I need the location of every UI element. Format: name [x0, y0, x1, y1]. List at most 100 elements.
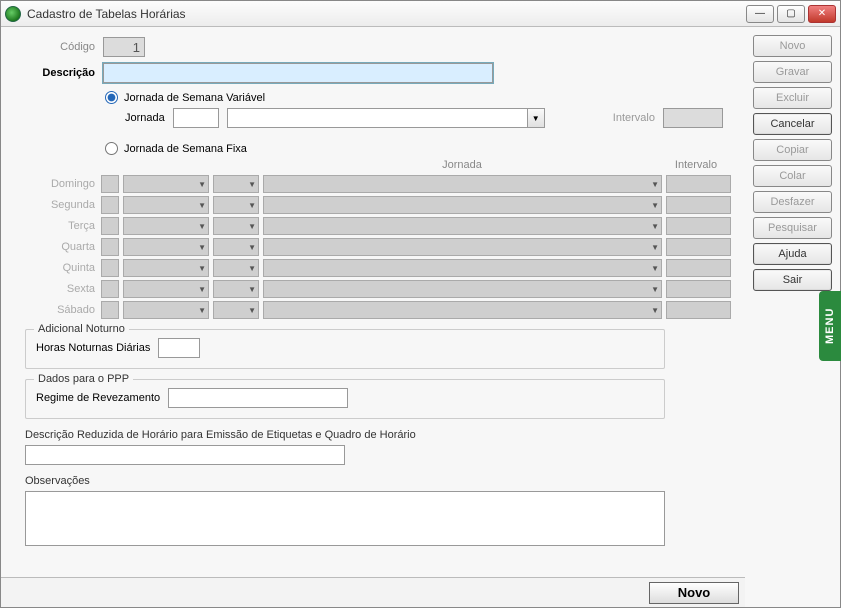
day-code-select: ▼ — [213, 196, 259, 214]
day-enable-cell — [101, 196, 119, 214]
day-intervalo-cell — [666, 301, 731, 319]
excluir-button[interactable]: Excluir — [753, 87, 832, 109]
cancelar-button[interactable]: Cancelar — [753, 113, 832, 135]
grid-row-sexta: Sexta▼▼▼ — [25, 280, 731, 298]
chevron-down-icon: ▼ — [198, 243, 206, 252]
copiar-button[interactable]: Copiar — [753, 139, 832, 161]
day-intervalo-cell — [666, 196, 731, 214]
day-enable-cell — [101, 301, 119, 319]
chevron-down-icon[interactable]: ▼ — [527, 108, 545, 128]
day-type-select: ▼ — [123, 259, 209, 277]
day-type-select: ▼ — [123, 175, 209, 193]
day-code-select: ▼ — [213, 175, 259, 193]
horas-noturnas-label: Horas Noturnas Diárias — [36, 342, 150, 354]
day-jornada-select: ▼ — [263, 238, 662, 256]
day-enable-cell — [101, 259, 119, 277]
grid-header-intervalo: Intervalo — [661, 159, 731, 171]
pesquisar-button[interactable]: Pesquisar — [753, 217, 832, 239]
ajuda-button[interactable]: Ajuda — [753, 243, 832, 265]
dados-ppp-legend: Dados para o PPP — [34, 373, 133, 385]
adicional-noturno-legend: Adicional Noturno — [34, 323, 129, 335]
grid-row-domingo: Domingo ▼ ▼ ▼ — [25, 175, 731, 193]
chevron-down-icon: ▼ — [198, 264, 206, 273]
status-novo-button[interactable]: Novo — [649, 582, 739, 604]
day-code-select: ▼ — [213, 301, 259, 319]
chevron-down-icon: ▼ — [198, 201, 206, 210]
radio-jornada-variavel[interactable] — [105, 91, 118, 104]
chevron-down-icon: ▼ — [651, 243, 659, 252]
codigo-input — [103, 37, 145, 57]
intervalo-label: Intervalo — [613, 112, 655, 124]
desfazer-button[interactable]: Desfazer — [753, 191, 832, 213]
chevron-down-icon: ▼ — [651, 201, 659, 210]
radio-jornada-fixa-label: Jornada de Semana Fixa — [124, 143, 247, 155]
day-type-select: ▼ — [123, 196, 209, 214]
jornada-code-input[interactable] — [173, 108, 219, 128]
observacoes-textarea[interactable] — [25, 491, 665, 546]
chevron-down-icon: ▼ — [248, 243, 256, 252]
app-icon — [5, 6, 21, 22]
day-code-select: ▼ — [213, 280, 259, 298]
grid-row-quinta: Quinta ▼ ▼ ▼ — [25, 259, 731, 277]
day-label: Segunda — [25, 199, 97, 211]
day-type-select: ▼ — [123, 238, 209, 256]
day-enable-cell — [101, 238, 119, 256]
grid-row-segunda: Segunda ▼ ▼ ▼ — [25, 196, 731, 214]
radio-jornada-variavel-label: Jornada de Semana Variável — [124, 92, 265, 104]
chevron-down-icon: ▼ — [248, 264, 256, 273]
regime-revezamento-input[interactable] — [168, 388, 348, 408]
descricao-input[interactable] — [103, 63, 493, 83]
grid-row-terça: Terça ▼ ▼ ▼ — [25, 217, 731, 235]
day-label: Terça — [25, 220, 97, 232]
day-type-select: ▼ — [123, 217, 209, 235]
chevron-down-icon: ▼ — [248, 285, 256, 294]
day-label: Sexta — [25, 283, 97, 295]
horas-noturnas-input[interactable] — [158, 338, 200, 358]
menu-tab[interactable]: MENU — [819, 291, 841, 361]
gravar-button[interactable]: Gravar — [753, 61, 832, 83]
day-label: Sábado — [25, 304, 97, 316]
chevron-down-icon: ▼ — [248, 222, 256, 231]
descricao-reduzida-label: Descrição Reduzida de Horário para Emiss… — [25, 429, 731, 441]
chevron-down-icon: ▼ — [198, 222, 206, 231]
jornada-select[interactable]: ▼ — [227, 108, 545, 128]
grid-row-quarta: Quarta ▼ ▼ ▼ — [25, 238, 731, 256]
jornada-select-input[interactable] — [227, 108, 527, 128]
day-label: Domingo — [25, 178, 97, 190]
day-type-select: ▼ — [123, 280, 209, 298]
jornada-sub-label: Jornada — [125, 112, 165, 124]
window-title: Cadastro de Tabelas Horárias — [27, 7, 746, 21]
day-intervalo-cell — [666, 259, 731, 277]
day-jornada-select: ▼ — [263, 196, 662, 214]
day-jornada-select: ▼ — [263, 175, 662, 193]
sair-button[interactable]: Sair — [753, 269, 832, 291]
day-label: Quarta — [25, 241, 97, 253]
maximize-button[interactable]: ▢ — [777, 5, 805, 23]
day-enable-cell — [101, 217, 119, 235]
day-intervalo-cell — [666, 280, 731, 298]
day-label: Quinta — [25, 262, 97, 274]
chevron-down-icon: ▼ — [198, 180, 206, 189]
chevron-down-icon: ▼ — [198, 285, 206, 294]
grid-header-jornada: Jornada — [263, 159, 661, 171]
chevron-down-icon: ▼ — [651, 222, 659, 231]
day-code-select: ▼ — [213, 259, 259, 277]
day-jornada-select: ▼ — [263, 301, 662, 319]
novo-button[interactable]: Novo — [753, 35, 832, 57]
statusbar: Novo — [1, 577, 745, 607]
day-intervalo-cell — [666, 175, 731, 193]
dados-ppp-group: Dados para o PPP Regime de Revezamento — [25, 379, 665, 419]
day-intervalo-cell — [666, 238, 731, 256]
day-code-select: ▼ — [213, 217, 259, 235]
colar-button[interactable]: Colar — [753, 165, 832, 187]
descricao-reduzida-input[interactable] — [25, 445, 345, 465]
minimize-button[interactable]: ― — [746, 5, 774, 23]
day-code-select: ▼ — [213, 238, 259, 256]
regime-revezamento-label: Regime de Revezamento — [36, 392, 160, 404]
app-window: Cadastro de Tabelas Horárias ― ▢ ✕ Códig… — [0, 0, 841, 608]
chevron-down-icon: ▼ — [651, 180, 659, 189]
chevron-down-icon: ▼ — [651, 264, 659, 273]
main-panel: Código Descrição Jornada de Semana Variá… — [1, 27, 745, 607]
close-button[interactable]: ✕ — [808, 5, 836, 23]
radio-jornada-fixa[interactable] — [105, 142, 118, 155]
